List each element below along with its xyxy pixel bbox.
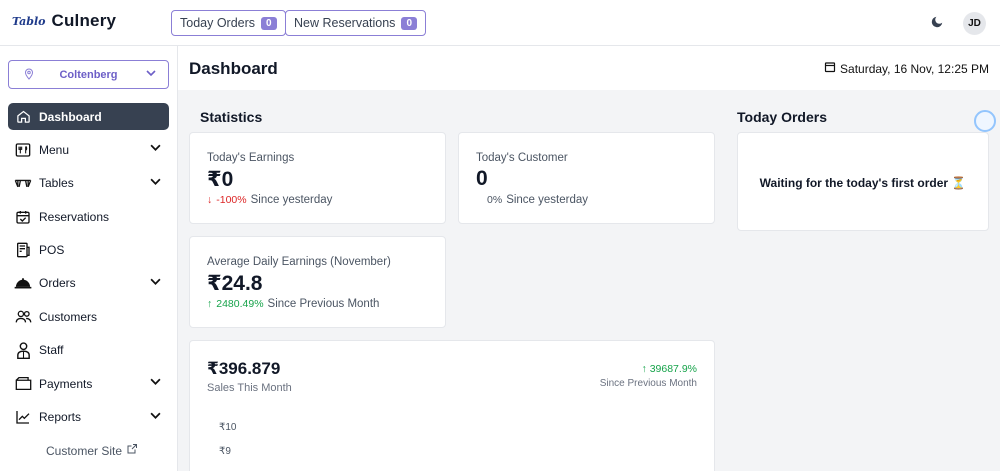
today-orders-card: Waiting for the today's first order ⏳ [737, 132, 989, 231]
arrow-up-icon: ↑ [207, 298, 213, 310]
chart-line-icon [14, 408, 32, 426]
users-icon [14, 308, 32, 326]
new-reservations-count-badge: 0 [401, 16, 417, 30]
today-orders-title: Today Orders [737, 109, 827, 125]
statistics-title: Statistics [200, 109, 263, 125]
arrow-down-icon: ↓ [207, 194, 213, 206]
customer-site-link[interactable]: Customer Site [46, 443, 138, 458]
sidebar-item-label: Customers [39, 309, 98, 324]
sidebar-item-label: Reservations [39, 209, 110, 224]
sidebar-item-label: Tables [39, 176, 74, 191]
table-icon [14, 174, 32, 192]
dark-mode-toggle-icon[interactable] [930, 15, 944, 33]
external-link-icon [126, 443, 138, 458]
location-selector[interactable]: Coltenberg [8, 60, 169, 89]
y-tick-label: ₹9 [219, 446, 231, 457]
todays-customer-change: 0% Since yesterday [487, 194, 588, 206]
avg-daily-earnings-change-value: 2480.49% [216, 298, 264, 310]
staff-icon [14, 341, 32, 359]
sidebar-item-label: Dashboard [39, 109, 102, 124]
chevron-down-icon [146, 68, 156, 81]
todays-earnings-label: Today's Earnings [207, 152, 295, 164]
customer-site-label: Customer Site [46, 443, 123, 458]
sidebar-item-staff[interactable]: Staff [8, 337, 169, 364]
sidebar-item-tables[interactable]: Tables [8, 170, 169, 197]
sidebar-nav: Dashboard Menu Tables Reservations POS O… [8, 103, 169, 437]
todays-earnings-change: ↓ -100% Since yesterday [207, 194, 332, 206]
todays-customer-label: Today's Customer [476, 152, 568, 164]
sales-this-month-card: ₹396.879 Sales This Month ↑ 39687.9% Sin… [189, 340, 715, 471]
current-date: Saturday, 16 Nov, 12:25 PM [824, 61, 989, 76]
top-bar: Tablo Culnery Today Orders 0 New Reserva… [0, 0, 1000, 46]
avg-daily-earnings-since: Since Previous Month [267, 298, 380, 310]
new-reservations-label: New Reservations [294, 16, 396, 30]
sales-value: ₹396.879 [207, 359, 281, 378]
y-tick-label: ₹10 [219, 422, 237, 433]
sidebar-item-reservations[interactable]: Reservations [8, 203, 169, 230]
sales-since: Since Previous Month [599, 378, 697, 389]
chevron-down-icon [150, 142, 161, 156]
sidebar-item-reports[interactable]: Reports [8, 404, 169, 431]
chevron-down-icon [150, 176, 161, 190]
sales-change-value: 39687.9% [649, 363, 697, 375]
wallet-icon [14, 375, 32, 393]
todays-customer-value: 0 [476, 167, 488, 190]
sidebar-item-menu[interactable]: Menu [8, 136, 169, 163]
sidebar-item-label: Orders [39, 276, 76, 291]
sidebar-item-label: Menu [39, 142, 70, 157]
current-date-text: Saturday, 16 Nov, 12:25 PM [840, 61, 989, 76]
today-orders-empty-message: Waiting for the today's first order ⏳ [759, 176, 967, 190]
todays-customer-since: Since yesterday [506, 194, 589, 206]
page-title: Dashboard [189, 59, 278, 78]
calendar-check-icon [14, 208, 32, 226]
avg-daily-earnings-card: Average Daily Earnings (November) ₹24.8 … [189, 236, 446, 328]
todays-earnings-change-value: -100% [216, 194, 247, 206]
today-orders-count-badge: 0 [261, 16, 277, 30]
chevron-down-icon [150, 376, 161, 390]
brand-mark: Tablo [12, 14, 46, 28]
sidebar-item-label: Staff [39, 343, 64, 358]
todays-earnings-since: Since yesterday [250, 194, 333, 206]
sidebar-item-pos[interactable]: POS [8, 237, 169, 264]
cutlery-icon [14, 141, 32, 159]
avg-daily-earnings-change: ↑ 2480.49% Since Previous Month [207, 298, 379, 310]
avg-daily-earnings-value: ₹24.8 [207, 272, 263, 295]
avg-daily-earnings-label: Average Daily Earnings (November) [207, 256, 391, 268]
today-orders-button[interactable]: Today Orders 0 [171, 10, 286, 36]
location-name: Coltenberg [59, 68, 118, 81]
sidebar-item-orders[interactable]: Orders [8, 270, 169, 297]
home-icon [14, 108, 32, 126]
today-orders-label: Today Orders [180, 16, 256, 30]
sidebar-item-label: Reports [39, 410, 82, 425]
new-reservations-button[interactable]: New Reservations 0 [285, 10, 426, 36]
sidebar-item-payments[interactable]: Payments [8, 370, 169, 397]
calendar-icon [824, 61, 836, 76]
todays-earnings-value: ₹0 [207, 168, 234, 191]
cloche-icon [14, 274, 32, 292]
user-avatar[interactable]: JD [963, 12, 986, 35]
pos-icon [14, 241, 32, 259]
chevron-down-icon [150, 276, 161, 290]
brand-name: Culnery [51, 11, 117, 30]
todays-earnings-card: Today's Earnings ₹0 ↓ -100% Since yester… [189, 132, 446, 224]
sidebar-item-customers[interactable]: Customers [8, 303, 169, 330]
sales-label: Sales This Month [207, 382, 292, 394]
todays-customer-change-value: 0% [487, 194, 503, 206]
brand-logo[interactable]: Tablo Culnery [12, 11, 116, 31]
todays-customer-card: Today's Customer 0 0% Since yesterday [458, 132, 715, 224]
sidebar: Coltenberg Dashboard Menu Tables Reserva… [0, 46, 178, 471]
arrow-up-icon: ↑ [641, 363, 647, 375]
sidebar-item-label: Payments [39, 376, 93, 391]
chevron-down-icon [150, 410, 161, 424]
chat-widget-icon[interactable] [974, 110, 996, 132]
sales-change: ↑ 39687.9% [642, 363, 697, 375]
sidebar-item-dashboard[interactable]: Dashboard [8, 103, 169, 130]
sidebar-item-label: POS [39, 243, 65, 258]
